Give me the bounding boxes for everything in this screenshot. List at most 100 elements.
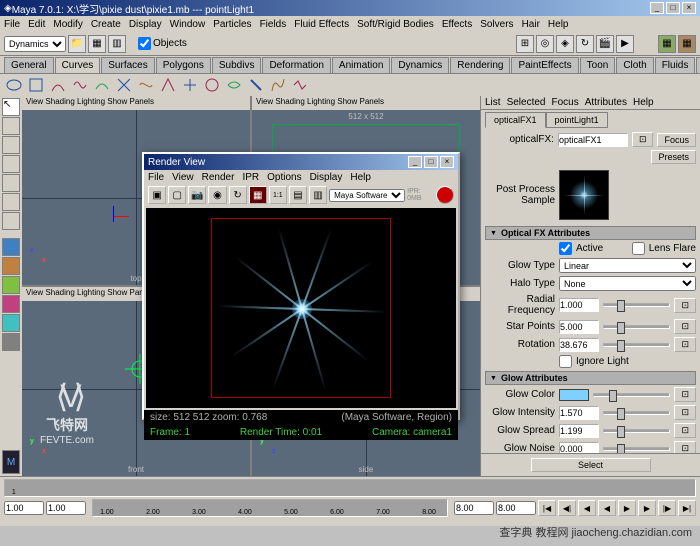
stepfwd-button[interactable]: |▶ <box>658 500 676 516</box>
select-tool-icon[interactable]: ↖ <box>2 98 20 116</box>
play-button[interactable]: ▶ <box>618 500 636 516</box>
attr-menu-list[interactable]: List <box>485 97 501 108</box>
map-button[interactable]: ⊡ <box>674 298 696 313</box>
curve-tool-icon[interactable] <box>180 76 200 94</box>
render-button-icon[interactable]: ▣ <box>148 186 166 204</box>
curve-tool-icon[interactable] <box>290 76 310 94</box>
menu-solvers[interactable]: Solvers <box>480 19 513 30</box>
glownoise-slider[interactable] <box>603 447 670 451</box>
dag-button[interactable]: ⊡ <box>632 132 654 147</box>
scale-tool-icon[interactable] <box>2 174 20 192</box>
render-menu-display[interactable]: Display <box>310 172 343 183</box>
snapshot-icon[interactable]: 📷 <box>188 186 206 204</box>
range-start-field[interactable] <box>4 501 44 515</box>
shelf-icon[interactable]: ▦ <box>88 35 106 53</box>
shelf-tab-dynamics[interactable]: Dynamics <box>391 57 449 73</box>
rotation-field[interactable] <box>559 338 599 352</box>
prevkey-button[interactable]: ◀ <box>578 500 596 516</box>
render-region-icon[interactable]: ▢ <box>168 186 186 204</box>
playback-start-field[interactable] <box>46 501 86 515</box>
render-menu-view[interactable]: View <box>172 172 194 183</box>
layout-icon[interactable] <box>2 314 20 332</box>
ipr-icon[interactable]: ◉ <box>208 186 226 204</box>
map-button[interactable]: ⊡ <box>674 441 696 453</box>
render-view-window[interactable]: Render View _ □ × File View Render IPR O… <box>142 152 460 420</box>
maya-logo-icon[interactable]: M <box>2 450 20 474</box>
layout-four-icon[interactable] <box>2 257 20 275</box>
focus-button[interactable]: Focus <box>657 133 696 147</box>
radialfreq-slider[interactable] <box>603 303 670 307</box>
move-tool-icon[interactable] <box>2 136 20 154</box>
map-button[interactable]: ⊡ <box>674 387 696 402</box>
glowintensity-slider[interactable] <box>603 411 670 415</box>
attr-menu-attributes[interactable]: Attributes <box>585 97 627 108</box>
curve-tool-icon[interactable] <box>70 76 90 94</box>
curve-tool-icon[interactable] <box>224 76 244 94</box>
menu-display[interactable]: Display <box>129 19 162 30</box>
render-close-button[interactable]: × <box>440 156 454 168</box>
objects-checkbox[interactable] <box>138 37 151 50</box>
menu-hair[interactable]: Hair <box>522 19 540 30</box>
ipr-icon[interactable]: ▶ <box>616 35 634 53</box>
curve-tool-icon[interactable] <box>92 76 112 94</box>
attr-menu-selected[interactable]: Selected <box>507 97 546 108</box>
shelf-tab-rendering[interactable]: Rendering <box>450 57 510 73</box>
attr-menu-help[interactable]: Help <box>633 97 654 108</box>
shelf-tab-cloth[interactable]: Cloth <box>616 57 653 73</box>
snap-icon[interactable]: ◈ <box>556 35 574 53</box>
shelf-tab-general[interactable]: General <box>4 57 54 73</box>
glowspread-slider[interactable] <box>603 429 670 433</box>
curve-tool-icon[interactable] <box>48 76 68 94</box>
maximize-button[interactable]: □ <box>666 2 680 14</box>
rewind-button[interactable]: |◀ <box>538 500 556 516</box>
rotation-slider[interactable] <box>603 343 670 347</box>
minimize-button[interactable]: _ <box>650 2 664 14</box>
curve-tool-icon[interactable] <box>268 76 288 94</box>
curve-tool-icon[interactable] <box>136 76 156 94</box>
render-menu-options[interactable]: Options <box>267 172 301 183</box>
active-checkbox[interactable] <box>559 242 572 255</box>
radialfreq-field[interactable] <box>559 298 599 312</box>
menu-effects[interactable]: Effects <box>442 19 472 30</box>
menu-window[interactable]: Window <box>170 19 206 30</box>
ignorelight-checkbox[interactable] <box>559 355 572 368</box>
close-button[interactable]: × <box>682 2 696 14</box>
shelf-tab-subdivs[interactable]: Subdivs <box>212 57 262 73</box>
nextkey-button[interactable]: ▶ <box>638 500 656 516</box>
glowspread-field[interactable] <box>559 424 599 438</box>
shelf-tab-fluids[interactable]: Fluids <box>655 57 696 73</box>
render-menu-file[interactable]: File <box>148 172 164 183</box>
shelf-icon[interactable]: ▥ <box>108 35 126 53</box>
render-minimize-button[interactable]: _ <box>408 156 422 168</box>
layout-icon[interactable] <box>2 276 20 294</box>
range-end-field[interactable] <box>496 501 536 515</box>
starpoints-field[interactable] <box>559 320 599 334</box>
ratio-icon[interactable]: 1:1 <box>269 186 287 204</box>
layout-icon[interactable] <box>2 333 20 351</box>
viewport-menubar[interactable]: View Shading Lighting Show Panels <box>22 96 250 110</box>
shelf-tab-fur[interactable]: Fur <box>696 57 700 73</box>
shelf-tab-surfaces[interactable]: Surfaces <box>101 57 154 73</box>
render-globals-icon[interactable]: ▦ <box>249 186 267 204</box>
square-tool-icon[interactable] <box>26 76 46 94</box>
snap-icon[interactable]: ⊞ <box>516 35 534 53</box>
curve-tool-icon[interactable] <box>158 76 178 94</box>
lasso-tool-icon[interactable] <box>2 117 20 135</box>
stop-icon[interactable] <box>436 186 454 204</box>
attr-tab-pointlight[interactable]: pointLight1 <box>546 112 608 128</box>
node-name-field[interactable] <box>558 133 628 147</box>
glownoise-field[interactable] <box>559 442 599 454</box>
shelf-tab-animation[interactable]: Animation <box>332 57 390 73</box>
render-menu-render[interactable]: Render <box>202 172 235 183</box>
curve-tool-icon[interactable] <box>202 76 222 94</box>
glowcolor-swatch[interactable] <box>559 389 589 401</box>
shelf-tab-painteffects[interactable]: PaintEffects <box>511 57 578 73</box>
render-menu-ipr[interactable]: IPR <box>242 172 259 183</box>
menu-help[interactable]: Help <box>548 19 569 30</box>
render-maximize-button[interactable]: □ <box>424 156 438 168</box>
map-button[interactable]: ⊡ <box>674 319 696 334</box>
map-button[interactable]: ⊡ <box>674 423 696 438</box>
render-icon[interactable]: 🎬 <box>596 35 614 53</box>
lensflare-checkbox[interactable] <box>632 242 645 255</box>
render-output[interactable] <box>146 208 456 408</box>
